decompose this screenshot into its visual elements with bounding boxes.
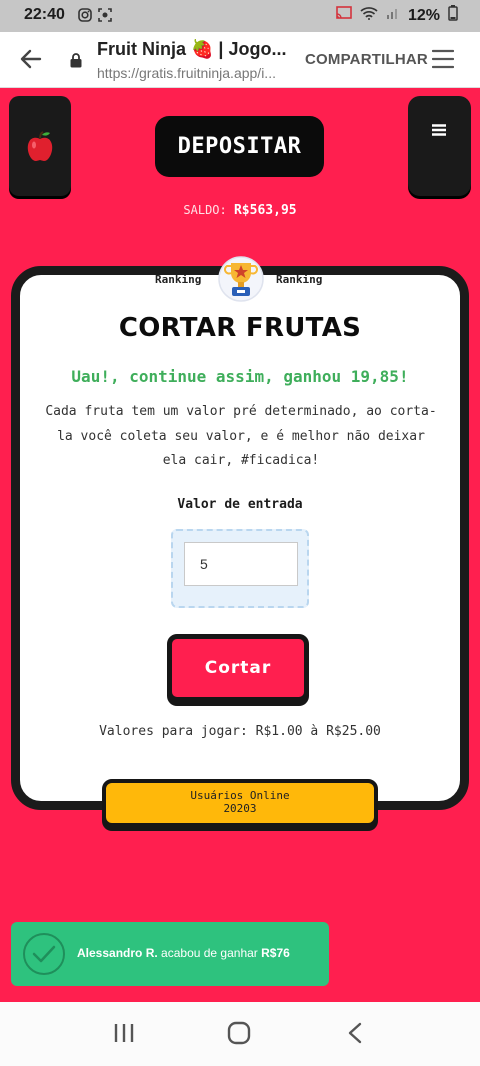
instagram-icon bbox=[78, 7, 92, 22]
url-text[interactable]: https://gratis.fruitninja.app/i... bbox=[97, 65, 292, 81]
win-message: Uau!, continue assim, ganhou 19,85! bbox=[71, 367, 409, 386]
browser-toolbar: Fruit Ninja 🍓 | Jogo... https://gratis.f… bbox=[0, 32, 480, 88]
side-menu-button[interactable] bbox=[408, 96, 471, 196]
check-circle-icon bbox=[21, 931, 67, 981]
win-notification-toast[interactable]: Alessandro R. acabou de ganhar R$76 bbox=[11, 922, 329, 986]
ranking-label-right[interactable]: Ranking bbox=[276, 273, 322, 286]
card-title: CORTAR FRUTAS bbox=[118, 313, 362, 343]
battery-icon bbox=[448, 5, 458, 26]
recent-apps-icon[interactable] bbox=[112, 1022, 136, 1048]
system-nav-bar bbox=[0, 1002, 480, 1066]
entry-input-container bbox=[171, 529, 309, 608]
toast-amount: R$76 bbox=[261, 946, 290, 960]
ranking-label-left[interactable]: Ranking bbox=[155, 273, 201, 286]
entry-label: Valor de entrada bbox=[177, 497, 303, 512]
page-title[interactable]: Fruit Ninja 🍓 | Jogo... bbox=[97, 39, 297, 60]
balance-value: R$563,95 bbox=[233, 203, 297, 218]
signal-icon bbox=[386, 6, 400, 25]
status-bar: 22:40 12% bbox=[0, 0, 480, 32]
toast-message: Alessandro R. acabou de ganhar R$76 bbox=[77, 946, 290, 960]
hamburger-icon bbox=[432, 121, 446, 140]
trophy-icon[interactable] bbox=[216, 255, 266, 307]
status-time: 22:40 bbox=[24, 6, 65, 23]
screenshot-icon bbox=[98, 7, 112, 22]
lock-icon bbox=[70, 53, 82, 72]
toast-name: Alessandro R. bbox=[77, 946, 158, 960]
online-users-badge: Usuários Online 20203 bbox=[102, 779, 378, 827]
wifi-icon bbox=[360, 6, 378, 25]
apple-icon bbox=[25, 130, 55, 166]
online-users-count: 20203 bbox=[223, 802, 257, 815]
back-arrow-icon[interactable] bbox=[20, 48, 42, 74]
fruit-button[interactable] bbox=[9, 96, 71, 196]
balance-display: SALDO: R$563,95 bbox=[0, 203, 480, 218]
entry-value-input[interactable] bbox=[184, 542, 298, 586]
back-nav-icon[interactable] bbox=[346, 1022, 364, 1048]
cut-button[interactable]: Cortar bbox=[167, 634, 309, 702]
deposit-button[interactable]: DEPOSITAR bbox=[155, 116, 324, 177]
hamburger-menu-icon[interactable] bbox=[431, 49, 455, 73]
share-button[interactable]: COMPARTILHAR bbox=[305, 51, 428, 68]
toast-text: acabou de ganhar bbox=[161, 946, 258, 960]
balance-label: SALDO: bbox=[183, 203, 227, 217]
home-icon[interactable] bbox=[226, 1020, 252, 1050]
online-users-label: Usuários Online bbox=[190, 789, 290, 802]
battery-percent: 12% bbox=[407, 6, 440, 24]
play-range-text: Valores para jogar: R$1.00 à R$25.00 bbox=[99, 724, 381, 739]
cast-icon bbox=[336, 6, 352, 25]
game-description: Cada fruta tem um valor pré determinado,… bbox=[45, 404, 437, 468]
